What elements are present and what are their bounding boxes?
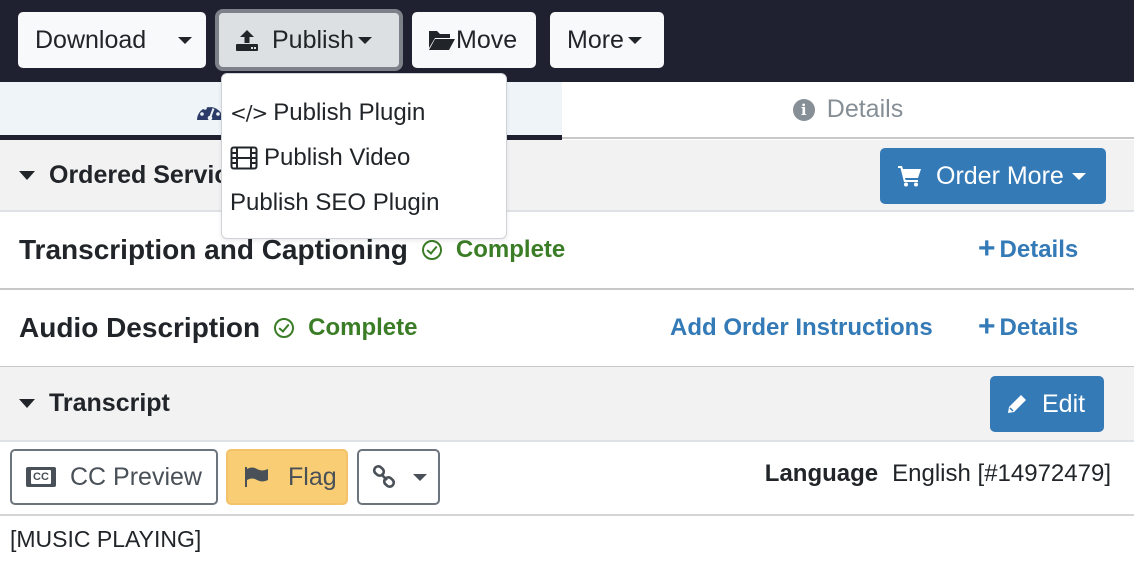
film-icon: [230, 146, 258, 169]
closed-captions-icon: CC: [26, 467, 56, 487]
details-label: Details: [999, 314, 1079, 341]
link-icon: [372, 465, 396, 488]
status-badge: Complete: [421, 236, 566, 264]
cc-preview-button[interactable]: CC CC Preview: [10, 449, 218, 505]
flag-button[interactable]: Flag: [226, 449, 348, 505]
language-value: English [#14972479]: [892, 460, 1111, 487]
status-text: Complete: [455, 236, 566, 263]
section-title: Transcript: [49, 389, 170, 417]
edit-button[interactable]: Edit: [990, 376, 1104, 432]
download-button[interactable]: Download: [18, 12, 206, 68]
tab-bar: i Details: [0, 82, 1134, 140]
top-toolbar: Download Publish Move More: [0, 0, 1134, 82]
plus-icon: +: [978, 231, 996, 265]
publish-button[interactable]: Publish: [215, 9, 403, 71]
order-more-label: Order More: [936, 161, 1064, 190]
language-label: Language: [764, 460, 879, 487]
cc-preview-label: CC Preview: [70, 462, 202, 491]
menu-item-label: Publish Plugin: [273, 98, 426, 126]
instructions-label: Add Order Instructions: [670, 314, 933, 341]
more-button[interactable]: More: [550, 12, 664, 68]
chevron-down-icon: [358, 36, 372, 44]
tab-details-label: Details: [826, 95, 904, 123]
transcript-header[interactable]: Transcript: [0, 367, 1134, 442]
folder-open-icon: [429, 31, 455, 50]
transcript-toolbar: CC CC Preview Flag Language English [#14…: [0, 442, 1134, 516]
add-order-instructions-link[interactable]: Add Order Instructions: [670, 314, 933, 342]
service-name: Audio Description: [19, 312, 261, 343]
details-link[interactable]: + Details: [978, 231, 1079, 265]
chevron-down-icon: [1071, 172, 1086, 180]
more-label: More: [567, 25, 624, 54]
shopping-cart-icon: [898, 166, 921, 187]
check-circle-icon: [421, 240, 442, 260]
move-label: Move: [456, 25, 518, 54]
status-badge: Complete: [274, 314, 417, 342]
collapse-caret-icon: [19, 170, 35, 180]
flag-label: Flag: [288, 462, 337, 491]
share-link-dropdown[interactable]: [357, 449, 440, 505]
language-info: Language English [#14972479]: [765, 460, 1111, 488]
edit-label: Edit: [1042, 389, 1086, 418]
dashboard-gauge-icon: [197, 103, 223, 121]
status-text: Complete: [308, 314, 418, 341]
download-label: Download: [35, 25, 147, 54]
menu-item-label: Publish SEO Plugin: [230, 188, 440, 216]
info-icon: i: [792, 98, 815, 121]
chevron-down-icon: [627, 36, 642, 44]
menu-item-publish-plugin[interactable]: </> Publish Plugin: [222, 90, 506, 135]
upload-icon: [236, 30, 258, 51]
chevron-down-icon: [178, 36, 192, 44]
publish-label: Publish: [272, 25, 354, 54]
transcript-text: [MUSIC PLAYING]: [10, 526, 202, 552]
details-label: Details: [999, 236, 1079, 263]
code-icon: </>: [230, 100, 268, 125]
service-row: Audio Description Complete: [0, 290, 1134, 368]
chevron-down-icon: [413, 473, 427, 481]
menu-item-label: Publish Video: [264, 143, 411, 171]
move-button[interactable]: Move: [412, 12, 536, 68]
menu-item-publish-seo-plugin[interactable]: Publish SEO Plugin: [222, 180, 506, 225]
tab-details[interactable]: i Details: [562, 82, 1134, 139]
check-circle-icon: [274, 318, 295, 338]
pencil-icon: [1008, 395, 1026, 413]
flag-icon: [245, 467, 268, 487]
publish-dropdown-menu: </> Publish Plugin Publish Video Publish…: [221, 73, 507, 239]
details-link[interactable]: + Details: [978, 309, 1079, 343]
plus-icon: +: [978, 309, 996, 343]
service-row: Transcription and Captioning Complete: [0, 212, 1134, 290]
menu-item-publish-video[interactable]: Publish Video: [222, 135, 506, 180]
order-more-button[interactable]: Order More: [880, 148, 1106, 204]
collapse-caret-icon: [19, 399, 35, 408]
